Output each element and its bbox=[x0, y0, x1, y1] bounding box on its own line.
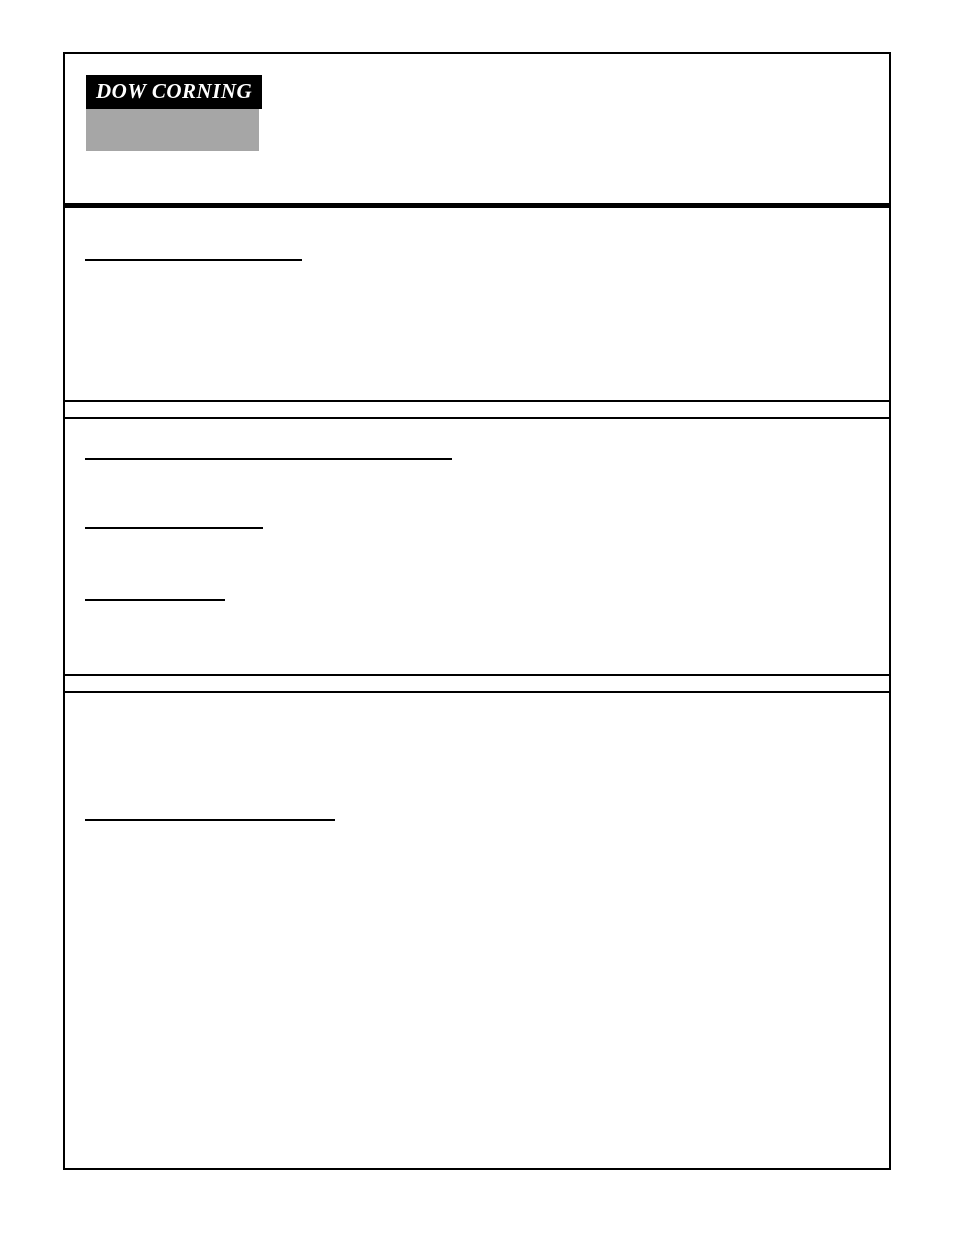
divider-line-1b bbox=[65, 417, 889, 419]
underline-4 bbox=[85, 599, 225, 601]
divider-line-2a bbox=[65, 674, 889, 676]
divider-line-1a bbox=[65, 400, 889, 402]
brand-logo-bottom bbox=[86, 109, 259, 151]
page-frame: DOW CORNING bbox=[63, 52, 891, 1170]
underline-5 bbox=[85, 819, 335, 821]
divider-line-2b bbox=[65, 691, 889, 693]
underline-2 bbox=[85, 458, 452, 460]
brand-name: DOW CORNING bbox=[86, 75, 262, 109]
brand-logo: DOW CORNING bbox=[86, 75, 262, 151]
underline-3 bbox=[85, 527, 263, 529]
divider-thick-1 bbox=[65, 203, 889, 208]
underline-1 bbox=[85, 259, 302, 261]
